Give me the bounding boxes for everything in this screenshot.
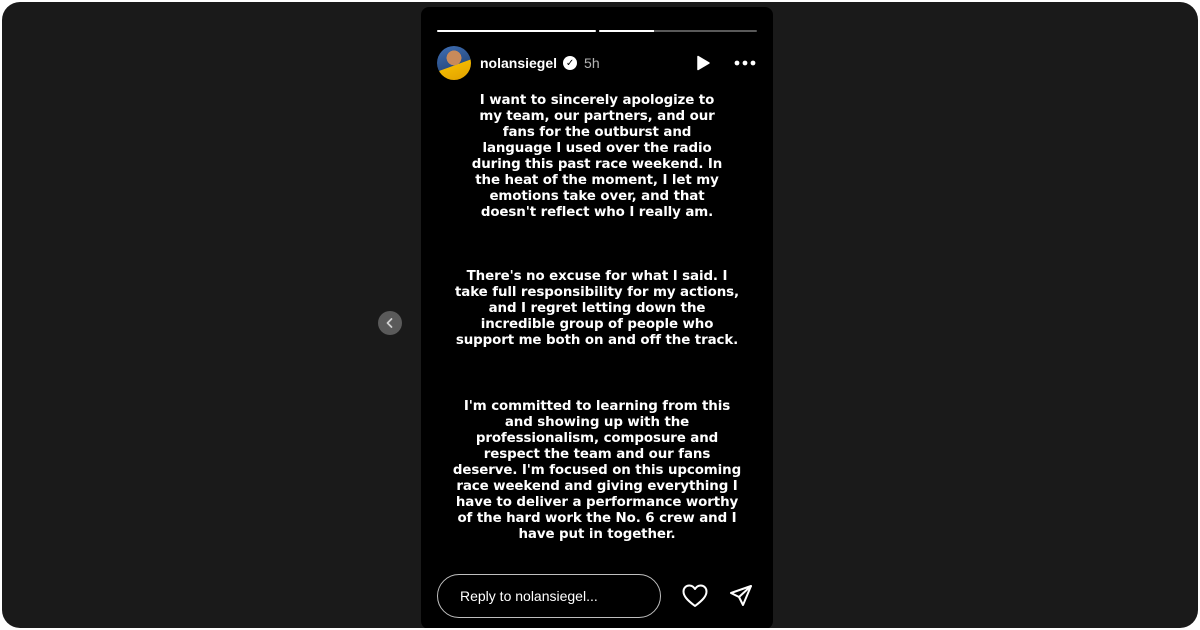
avatar[interactable] xyxy=(437,46,471,80)
send-icon xyxy=(730,585,752,606)
reply-input[interactable]: Reply to nolansiegel... xyxy=(437,574,661,618)
previous-story-button[interactable] xyxy=(378,311,402,335)
progress-fill xyxy=(598,30,654,32)
heart-icon xyxy=(682,584,708,607)
verified-badge-icon: ✓ xyxy=(563,56,578,70)
progress-segment xyxy=(598,30,757,32)
progress-segment xyxy=(437,30,596,32)
post-time: 5h xyxy=(584,55,600,71)
username[interactable]: nolansiegel xyxy=(480,55,557,71)
share-button[interactable] xyxy=(727,582,755,610)
story-header: nolansiegel ✓ 5h xyxy=(437,45,757,81)
story-viewer: nolansiegel ✓ 5h I want to sincerely apo… xyxy=(2,2,1198,628)
story-progress xyxy=(437,30,757,32)
reply-bar: Reply to nolansiegel... xyxy=(437,573,757,619)
progress-fill xyxy=(437,30,596,32)
play-icon xyxy=(697,55,710,71)
play-button[interactable] xyxy=(691,51,715,75)
story-paragraph: There's no excuse for what I said. I tak… xyxy=(455,269,739,348)
like-button[interactable] xyxy=(681,582,709,610)
chevron-left-icon xyxy=(386,318,393,328)
reply-actions xyxy=(681,582,755,610)
more-icon xyxy=(734,60,756,66)
story-paragraph: I want to sincerely apologize to my team… xyxy=(471,93,723,220)
more-options-button[interactable] xyxy=(733,51,757,75)
story-paragraph: I'm committed to learning from this and … xyxy=(452,399,742,542)
header-actions xyxy=(691,51,757,75)
story-card: nolansiegel ✓ 5h I want to sincerely apo… xyxy=(421,7,773,628)
